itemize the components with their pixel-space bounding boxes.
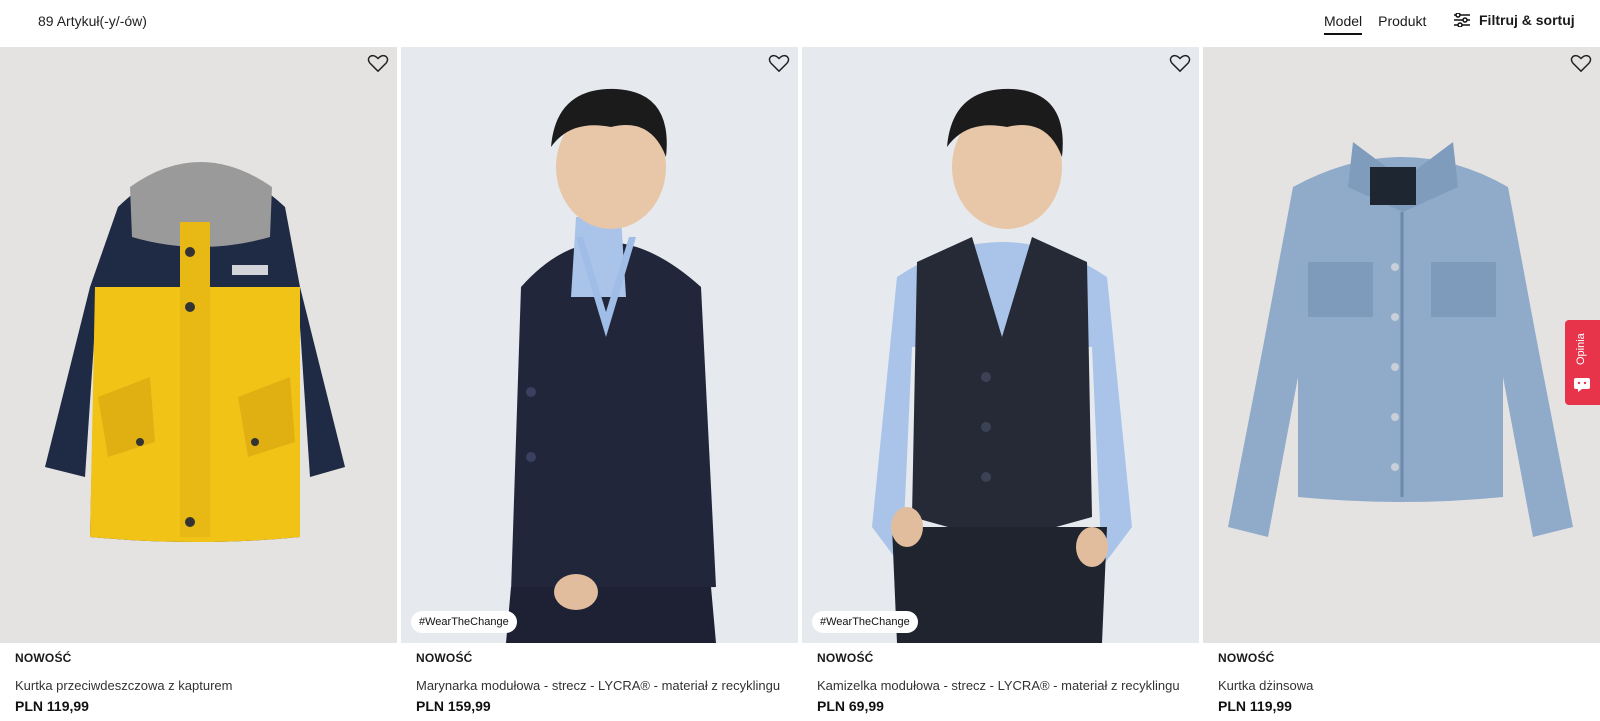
product-name[interactable]: Marynarka modułowa - strecz - LYCRA® - m… xyxy=(416,678,780,693)
filter-sort-button[interactable]: Filtruj & sortuj xyxy=(1453,12,1575,28)
product-price: PLN 69,99 xyxy=(817,698,884,714)
product-image[interactable] xyxy=(1203,47,1600,643)
product-image[interactable] xyxy=(802,47,1199,643)
view-product-tab[interactable]: Produkt xyxy=(1378,13,1426,35)
new-badge: NOWOŚĆ xyxy=(1218,651,1275,665)
heart-icon[interactable] xyxy=(768,53,790,73)
feedback-label: Opinia xyxy=(1575,333,1587,365)
product-name[interactable]: Kamizelka modułowa - strecz - LYCRA® - m… xyxy=(817,678,1180,693)
heart-icon[interactable] xyxy=(1570,53,1592,73)
view-toggle: Model Produkt xyxy=(1324,13,1426,35)
product-image[interactable] xyxy=(0,47,397,643)
new-badge: NOWOŚĆ xyxy=(416,651,473,665)
view-model-tab[interactable]: Model xyxy=(1324,13,1363,35)
product-price: PLN 119,99 xyxy=(1218,698,1292,714)
product-price: PLN 119,99 xyxy=(15,698,89,714)
heart-icon[interactable] xyxy=(367,53,389,73)
campaign-tag: #WearTheChange xyxy=(411,611,517,633)
product-card[interactable]: #WearTheChange NOWOŚĆ Kamizelka modułowa… xyxy=(802,47,1199,721)
sliders-icon xyxy=(1454,13,1470,27)
product-card[interactable]: #WearTheChange NOWOŚĆ Marynarka modułowa… xyxy=(401,47,798,721)
filter-sort-label: Filtruj & sortuj xyxy=(1479,12,1575,28)
product-image[interactable] xyxy=(401,47,798,643)
chat-icon xyxy=(1574,378,1590,392)
product-name[interactable]: Kurtka przeciwdeszczowa z kapturem xyxy=(15,678,232,693)
listing-toolbar: 89 Artykuł(-y/-ów) Model Produkt Filtruj… xyxy=(0,0,1600,47)
new-badge: NOWOŚĆ xyxy=(817,651,874,665)
product-price: PLN 159,99 xyxy=(416,698,491,714)
product-grid: NOWOŚĆ Kurtka przeciwdeszczowa z kapture… xyxy=(0,47,1600,721)
new-badge: NOWOŚĆ xyxy=(15,651,72,665)
item-count: 89 Artykuł(-y/-ów) xyxy=(38,13,147,29)
product-name[interactable]: Kurtka dżinsowa xyxy=(1218,678,1313,693)
heart-icon[interactable] xyxy=(1169,53,1191,73)
product-card[interactable]: NOWOŚĆ Kurtka dżinsowa PLN 119,99 xyxy=(1203,47,1600,721)
product-card[interactable]: NOWOŚĆ Kurtka przeciwdeszczowa z kapture… xyxy=(0,47,397,721)
campaign-tag: #WearTheChange xyxy=(812,611,918,633)
feedback-tab[interactable]: Opinia xyxy=(1565,320,1600,405)
